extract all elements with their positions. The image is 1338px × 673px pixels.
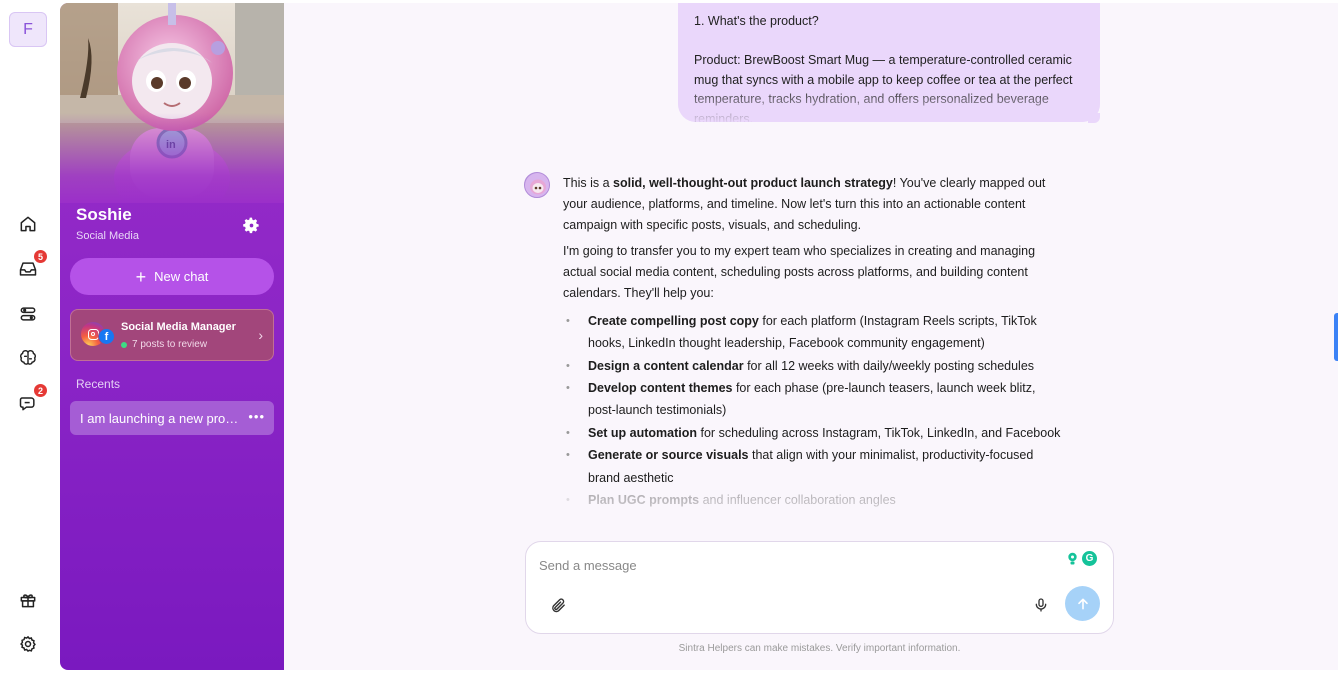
agent-hero-image: in [60, 3, 284, 203]
list-item: Develop content themes for each phase (p… [563, 377, 1063, 422]
message-input[interactable] [539, 554, 1039, 576]
brain-button[interactable] [14, 344, 42, 372]
team-card-title: Social Media Manager [121, 321, 236, 333]
gift-icon [20, 594, 36, 608]
list-item: Create compelling post copy for each pla… [563, 310, 1063, 355]
new-chat-label: New chat [154, 269, 209, 284]
list-item: Generate or source visuals that align wi… [563, 444, 1063, 489]
assistant-paragraph-2: I'm going to transfer you to my expert t… [563, 244, 1036, 300]
message-composer: G [525, 541, 1114, 634]
home-button[interactable] [14, 210, 42, 238]
apps-icon [20, 307, 36, 321]
settings-button[interactable] [14, 630, 42, 658]
settings-icon [20, 635, 36, 653]
chat-badge: 2 [33, 383, 48, 398]
gear-icon [242, 217, 259, 233]
paperclip-icon [551, 598, 565, 612]
inbox-badge: 5 [33, 249, 48, 264]
attach-button[interactable] [548, 595, 568, 615]
assistant-paragraph-1: This is a solid, well-thought-out produc… [563, 176, 1046, 232]
arrow-up-icon [1077, 598, 1088, 609]
list-item: Plan UGC prompts and influencer collabor… [563, 489, 1063, 512]
chat-button[interactable]: 2 [14, 383, 48, 417]
more-options-icon[interactable]: ••• [248, 409, 265, 424]
status-dot-icon [121, 341, 127, 348]
facebook-icon: f [98, 328, 115, 345]
agent-name: Soshie [76, 205, 132, 224]
inbox-button[interactable]: 5 [14, 249, 48, 283]
brain-icon [20, 350, 36, 365]
new-chat-button[interactable]: + New chat [70, 258, 274, 295]
chevron-right-icon: › [258, 327, 263, 343]
agent-settings-button[interactable] [240, 214, 262, 236]
team-platform-icons: f [81, 322, 115, 350]
team-card-subtitle: 7 posts to review [132, 339, 208, 350]
workspace-avatar[interactable]: F [9, 12, 47, 47]
extension-icons: G [1066, 551, 1097, 567]
agent-role: Social Media [76, 230, 139, 242]
scrollbar-handle[interactable] [1334, 313, 1338, 361]
assistant-avatar [524, 172, 550, 198]
team-card-status: 7 posts to review [121, 339, 207, 350]
list-item: Set up automation for scheduling across … [563, 422, 1063, 445]
disclaimer-text: Sintra Helpers can make mistakes. Verify… [678, 643, 961, 654]
left-rail: F 5 2 [0, 0, 56, 673]
list-item: Design a content calendar for all 12 wee… [563, 355, 1063, 378]
recents-heading: Recents [76, 377, 121, 391]
recent-chat-title: I am launching a new prod... [80, 410, 240, 426]
lightbulb-icon[interactable] [1066, 551, 1079, 567]
send-button[interactable] [1065, 586, 1100, 621]
assistant-bullet-list: Create compelling post copy for each pla… [563, 310, 1063, 512]
assistant-message: This is a solid, well-thought-out produc… [563, 173, 1063, 512]
recent-chat-item[interactable]: I am launching a new prod... ••• [70, 401, 274, 435]
user-message-bubble: 1. What's the product? Product: BrewBoos… [678, 3, 1100, 122]
user-message-line1: 1. What's the product? [694, 14, 819, 28]
plus-icon: + [135, 266, 147, 287]
microphone-icon [1035, 598, 1047, 612]
home-icon [20, 216, 36, 232]
chat-main: 1. What's the product? Product: BrewBoos… [284, 3, 1338, 670]
apps-button[interactable] [14, 300, 42, 328]
gift-button[interactable] [14, 586, 42, 614]
agent-sidebar: in Soshie Social Media + New chat f Soci… [60, 3, 284, 670]
voice-input-button[interactable] [1031, 595, 1051, 615]
social-media-manager-card[interactable]: f Social Media Manager 7 posts to review… [70, 309, 274, 361]
grammarly-icon[interactable]: G [1082, 551, 1097, 566]
